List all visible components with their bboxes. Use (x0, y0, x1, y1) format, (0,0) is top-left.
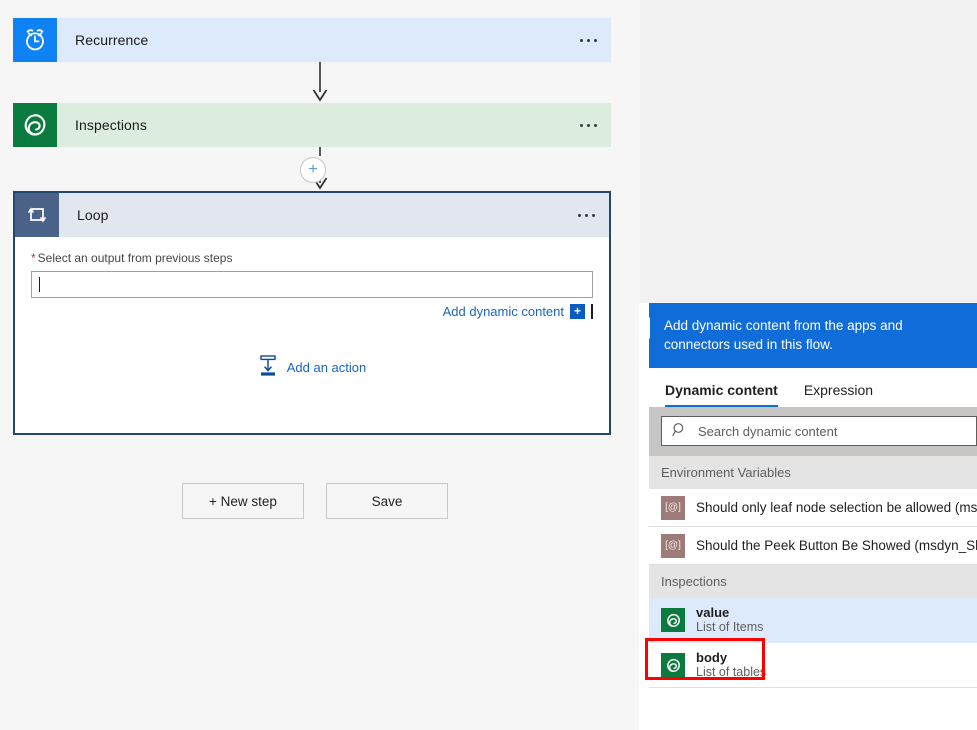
add-dynamic-content-row: Add dynamic content + (31, 304, 593, 319)
list-item-value[interactable]: value List of Items (649, 598, 977, 643)
dataverse-icon (661, 608, 685, 632)
group-header-inspections: Inspections (649, 565, 977, 598)
new-step-button[interactable]: + New step (182, 483, 304, 519)
list-item-label: Should only leaf node selection be allow… (696, 500, 977, 515)
tab-expression[interactable]: Expression (804, 382, 873, 407)
flow-card-loop-header[interactable]: Loop (15, 193, 609, 237)
ellipsis-icon[interactable] (580, 123, 611, 127)
environment-variable-icon: [@] (661, 495, 685, 520)
dynamic-content-panel: Add dynamic content from the apps and co… (639, 303, 977, 730)
flow-card-recurrence[interactable]: Recurrence (13, 18, 611, 62)
search-input-placeholder: Search dynamic content (698, 423, 838, 439)
list-item-subtitle: List of tables (696, 665, 767, 679)
tab-dynamic-content[interactable]: Dynamic content (665, 382, 778, 407)
plus-node-label: + (308, 161, 318, 178)
flow-card-inspections[interactable]: Inspections (13, 103, 611, 147)
flow-card-inspections-body[interactable]: Inspections (57, 103, 611, 147)
flow-card-loop-title-area[interactable]: Loop (59, 193, 609, 237)
list-item-subtitle: List of Items (696, 620, 764, 634)
flow-card-loop[interactable]: Loop * Select an output from previous ste… (13, 191, 611, 435)
list-item-label: Should the Peek Button Be Showed (msdyn_… (696, 538, 977, 553)
loop-field-label: * Select an output from previous steps (31, 251, 593, 265)
connector-recurrence-to-inspections (0, 62, 640, 103)
required-marker: * (31, 251, 36, 265)
add-an-action-button[interactable]: Add an action (15, 355, 609, 380)
flow-card-recurrence-body[interactable]: Recurrence (57, 18, 611, 62)
designer-footer-buttons: + New step Save (182, 483, 448, 519)
dataverse-icon (661, 653, 685, 677)
list-item[interactable]: [@] Should only leaf node selection be a… (649, 489, 977, 527)
insert-step-button[interactable]: + (300, 157, 326, 183)
dynamic-content-tabs: Dynamic content Expression (649, 368, 977, 407)
loop-field-label-text: Select an output from previous steps (37, 251, 233, 265)
text-caret (39, 277, 40, 292)
search-icon (672, 422, 687, 440)
add-dynamic-content-link[interactable]: Add dynamic content (443, 304, 564, 319)
list-item-text: body List of tables (696, 650, 766, 680)
list-item-body[interactable]: body List of tables (649, 643, 977, 688)
dynamic-content-panel-header: Add dynamic content from the apps and co… (649, 303, 977, 368)
insert-action-icon (258, 355, 278, 380)
list-item-text: value List of Items (696, 605, 763, 635)
list-item-name: body (696, 650, 728, 665)
list-item-name: value (696, 605, 730, 620)
ellipsis-icon[interactable] (580, 38, 611, 42)
flow-card-title: Recurrence (75, 32, 149, 48)
flow-designer-canvas: Recurrence Inspections + Loop * Select a… (0, 0, 640, 730)
dynamic-content-search-area: Search dynamic content (649, 407, 977, 456)
ellipsis-icon[interactable] (578, 213, 609, 217)
alarm-clock-icon (13, 18, 57, 62)
chip-caret (591, 304, 593, 319)
dynamic-content-list: Environment Variables [@] Should only le… (649, 456, 977, 688)
environment-variable-icon: [@] (661, 533, 685, 558)
group-header-environment-variables: Environment Variables (649, 456, 977, 489)
callout-pointer-icon (639, 317, 650, 339)
list-item[interactable]: [@] Should the Peek Button Be Showed (ms… (649, 527, 977, 565)
dataverse-icon (13, 103, 57, 147)
flow-card-title: Loop (77, 207, 109, 223)
loop-icon (15, 193, 59, 237)
flow-card-title: Inspections (75, 117, 147, 133)
loop-output-input[interactable] (31, 271, 593, 298)
search-input[interactable]: Search dynamic content (661, 416, 977, 446)
add-an-action-label: Add an action (286, 360, 367, 375)
add-dynamic-content-plus-icon[interactable]: + (570, 304, 585, 319)
save-button[interactable]: Save (326, 483, 448, 519)
flow-card-loop-content: * Select an output from previous steps Ad… (15, 237, 609, 433)
